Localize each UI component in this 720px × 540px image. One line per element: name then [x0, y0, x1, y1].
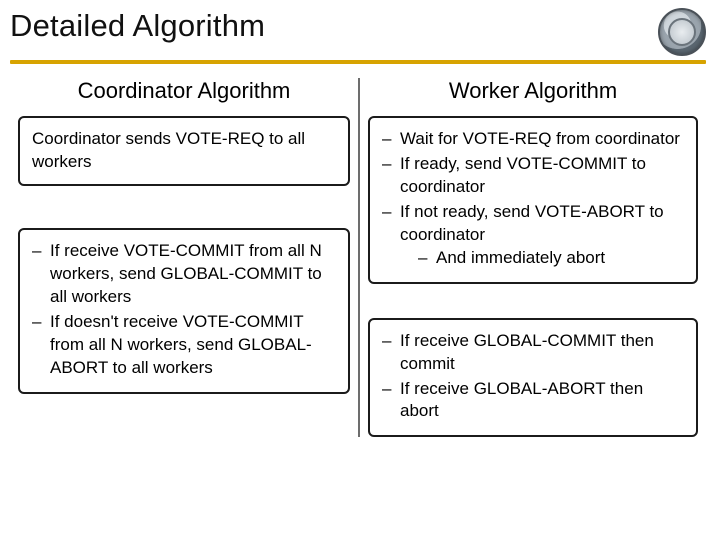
left-heading: Coordinator Algorithm	[18, 78, 350, 104]
title-row: Detailed Algorithm	[0, 8, 720, 56]
title-underline	[10, 60, 706, 64]
list-item: If ready, send VOTE-COMMIT to coordinato…	[382, 153, 684, 199]
left-box-1-text: Coordinator sends VOTE-REQ to all worker…	[32, 129, 305, 171]
right-box-1: Wait for VOTE-REQ from coordinator If re…	[368, 116, 698, 284]
list-item-text: If not ready, send VOTE-ABORT to coordin…	[400, 202, 664, 244]
right-box-2-list: If receive GLOBAL-COMMIT then commit If …	[382, 330, 684, 424]
left-box-2-list: If receive VOTE-COMMIT from all N worker…	[32, 240, 336, 380]
columns: Coordinator Algorithm Coordinator sends …	[10, 78, 706, 437]
list-item: If doesn't receive VOTE-COMMIT from all …	[32, 311, 336, 380]
left-box-1: Coordinator sends VOTE-REQ to all worker…	[18, 116, 350, 186]
right-box-1-nested: And immediately abort	[418, 247, 684, 270]
list-item: If receive GLOBAL-ABORT then abort	[382, 378, 684, 424]
right-column: Worker Algorithm Wait for VOTE-REQ from …	[358, 78, 706, 437]
list-item: Wait for VOTE-REQ from coordinator	[382, 128, 684, 151]
list-item: If not ready, send VOTE-ABORT to coordin…	[382, 201, 684, 270]
right-box-2: If receive GLOBAL-COMMIT then commit If …	[368, 318, 698, 438]
list-item: If receive VOTE-COMMIT from all N worker…	[32, 240, 336, 309]
list-item: And immediately abort	[418, 247, 684, 270]
left-box-2: If receive VOTE-COMMIT from all N worker…	[18, 228, 350, 394]
list-item: If receive GLOBAL-COMMIT then commit	[382, 330, 684, 376]
right-box-1-list: Wait for VOTE-REQ from coordinator If re…	[382, 128, 684, 270]
right-heading: Worker Algorithm	[368, 78, 698, 104]
seal-icon	[658, 8, 706, 56]
slide-title: Detailed Algorithm	[10, 8, 265, 44]
left-column: Coordinator Algorithm Coordinator sends …	[10, 78, 358, 437]
